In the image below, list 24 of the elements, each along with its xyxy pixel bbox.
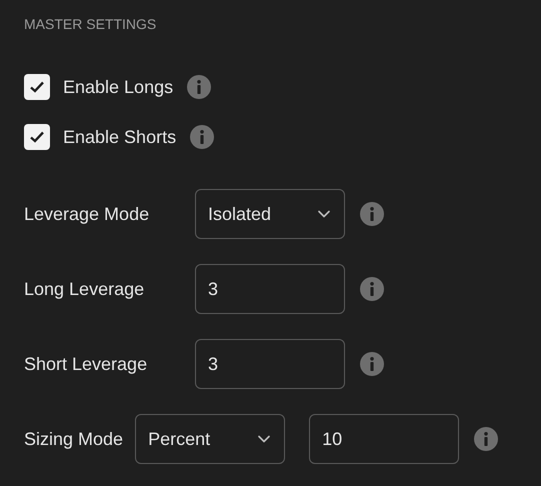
checkbox[interactable] [24, 74, 50, 100]
field-label: Leverage Mode [24, 202, 150, 226]
info-icon[interactable] [360, 352, 384, 376]
field-label: Long Leverage [24, 278, 146, 301]
field-label: Short Leverage [24, 352, 148, 376]
dropdown-value: Percent [148, 428, 210, 450]
info-icon[interactable] [360, 202, 384, 226]
checkbox-label: Enable Shorts [63, 126, 176, 148]
input-field[interactable]: 10 [309, 414, 460, 464]
input-field[interactable]: 3 [195, 339, 345, 389]
dropdown-value: Isolated [208, 202, 272, 226]
checkmark-icon [29, 80, 45, 94]
checkbox-label: Enable Longs [63, 76, 174, 99]
dropdown[interactable]: Isolated [195, 189, 345, 239]
dropdown[interactable]: Percent [135, 414, 286, 464]
input-field[interactable]: 3 [195, 264, 345, 314]
field-label: Sizing Mode [24, 428, 124, 451]
info-icon[interactable] [190, 125, 214, 149]
checkbox[interactable] [24, 124, 50, 150]
info-icon[interactable] [474, 427, 498, 451]
info-icon[interactable] [187, 75, 212, 99]
info-icon[interactable] [360, 277, 384, 301]
checkmark-icon [29, 130, 45, 144]
section-title: MASTER SETTINGS [24, 15, 158, 34]
